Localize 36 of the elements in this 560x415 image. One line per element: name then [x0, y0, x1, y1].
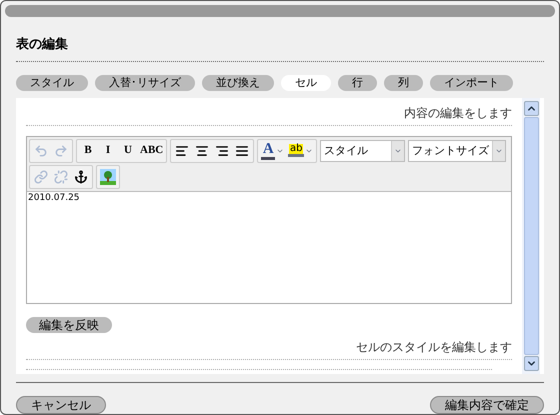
format-button[interactable]: I [98, 140, 118, 161]
redo-icon [54, 144, 68, 158]
text-area[interactable]: 2010.07.25 [27, 190, 511, 303]
section-caption: セルのスタイルを編集します [356, 338, 512, 356]
apply-button[interactable]: 編集を反映 [26, 316, 112, 333]
dropdown[interactable]: スタイル [320, 140, 406, 162]
align-right-icon [215, 144, 230, 158]
format-button[interactable]: B [78, 140, 98, 161]
tab[interactable]: 行 [338, 74, 377, 91]
tab[interactable]: スタイル [16, 74, 88, 91]
unlink-icon [54, 170, 68, 184]
tab[interactable]: 列 [384, 74, 423, 91]
format-button[interactable]: ABC [138, 140, 166, 161]
section-caption: 内容の編集をします [404, 104, 512, 122]
confirm-button[interactable]: 編集内容で確定 [430, 396, 544, 414]
window-title: 表の編集 [16, 36, 68, 52]
scroll-thumb[interactable] [524, 116, 538, 355]
dropdown[interactable]: フォントサイズ [408, 140, 506, 162]
tab[interactable]: 並び換え [202, 74, 274, 91]
align-justify-icon [235, 144, 250, 158]
align-center-icon [195, 144, 210, 158]
format-button[interactable]: U [118, 140, 138, 161]
tab[interactable]: インポート [430, 74, 513, 91]
highlight-button[interactable]: ab [286, 140, 316, 161]
tab[interactable]: 入替･リサイズ [95, 74, 195, 91]
scroll-up-button[interactable] [524, 100, 538, 116]
scrollbar[interactable] [522, 98, 540, 374]
scroll-down-button[interactable] [524, 356, 538, 371]
link-icon [34, 170, 48, 184]
anchor-icon [74, 170, 88, 184]
cancel-button[interactable]: キャンセル [16, 396, 106, 414]
undo-icon [34, 144, 48, 158]
text-color-button[interactable]: A [259, 140, 286, 161]
tab[interactable]: セル [281, 74, 331, 91]
image-icon [100, 168, 116, 185]
align-left-icon [175, 144, 190, 158]
